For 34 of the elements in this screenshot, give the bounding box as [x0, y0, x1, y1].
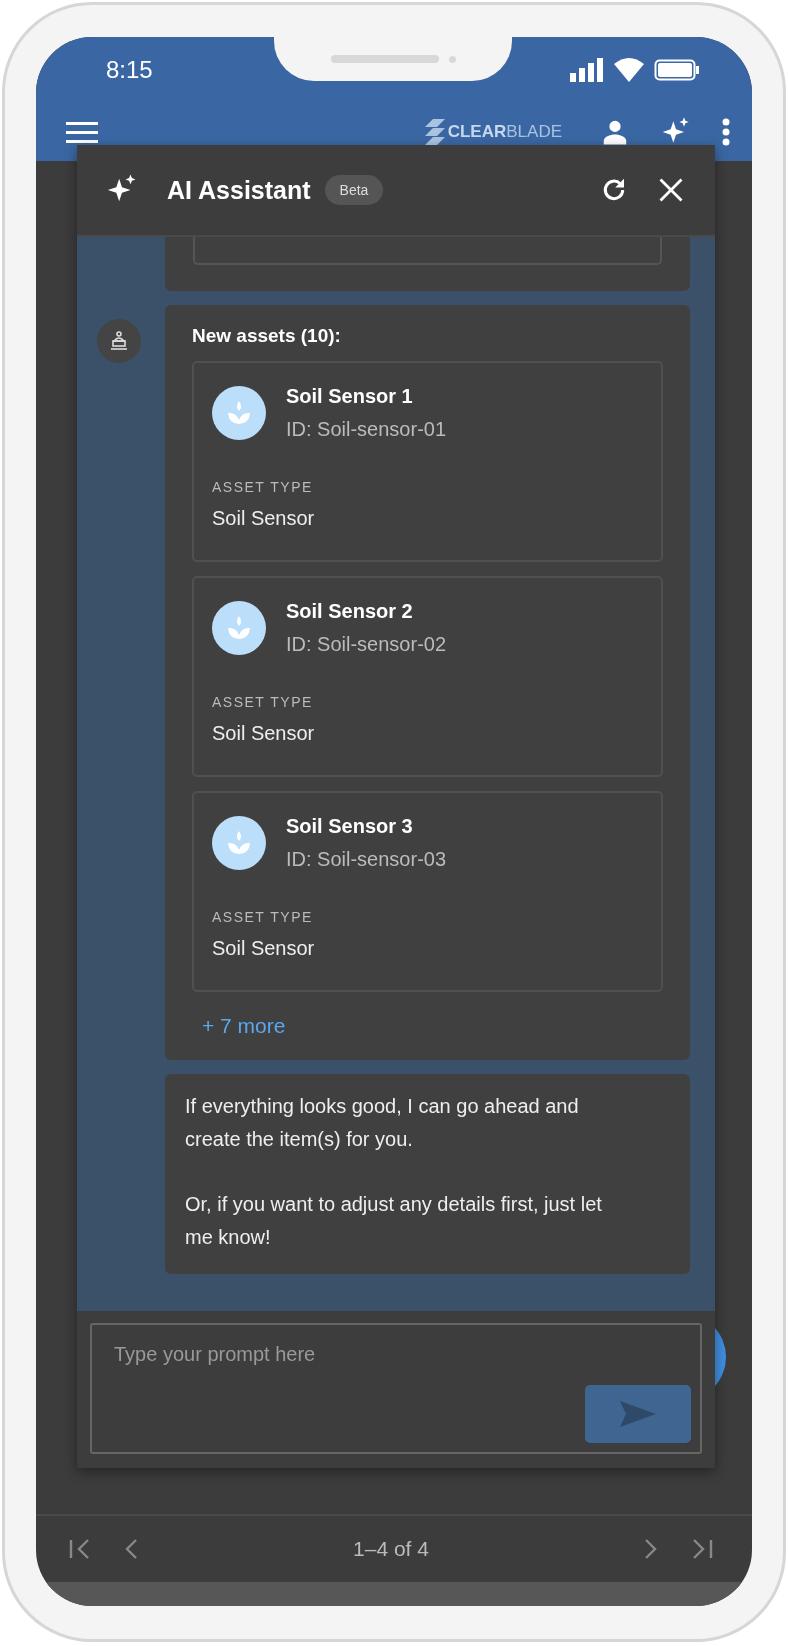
signal-icon — [570, 58, 604, 82]
field-label: ASSET TYPE — [212, 479, 314, 495]
prompt-field[interactable]: Type your prompt here — [90, 1323, 702, 1454]
page-range: 1–4 of 4 — [352, 1537, 430, 1561]
plant-icon — [212, 601, 266, 655]
wifi-icon — [614, 58, 644, 82]
last-page-icon[interactable] — [690, 1537, 714, 1561]
asset-id: ID: Soil-sensor-02 — [286, 633, 447, 656]
status-time: 8:15 — [106, 56, 153, 84]
asset-id: ID: Soil-sensor-01 — [286, 418, 447, 441]
message-heading: New assets (10): — [192, 325, 342, 347]
field-label: ASSET TYPE — [212, 694, 314, 710]
panel-title: AI Assistant — [167, 175, 311, 205]
send-icon — [620, 1399, 656, 1429]
plant-icon — [212, 386, 266, 440]
field-value: Soil Sensor — [212, 937, 316, 960]
asset-name: Soil Sensor 1 — [286, 385, 414, 408]
more-vert-icon[interactable] — [722, 118, 730, 146]
field-label: ASSET TYPE — [212, 909, 314, 925]
plant-icon — [212, 816, 266, 870]
logo: CLEARBLADE — [424, 119, 562, 145]
asset-name: Soil Sensor 3 — [286, 815, 414, 838]
first-page-icon[interactable] — [68, 1537, 92, 1561]
field-value: Soil Sensor — [212, 507, 316, 530]
menu-icon[interactable] — [66, 120, 98, 144]
beta-badge: Beta — [324, 175, 384, 205]
field-value: Soil Sensor — [212, 722, 316, 745]
asset-id: ID: Soil-sensor-03 — [286, 848, 447, 871]
message-text: If everything looks good, I can go ahead and create the item(s) for you. — [185, 1094, 580, 1152]
message-text: Or, if you want to adjust any details first, just let me know! — [185, 1192, 603, 1250]
more-link[interactable]: + 7 more — [202, 1014, 286, 1038]
close-button[interactable] — [657, 176, 685, 204]
battery-icon — [654, 59, 700, 81]
asset-name: Soil Sensor 2 — [286, 600, 414, 623]
